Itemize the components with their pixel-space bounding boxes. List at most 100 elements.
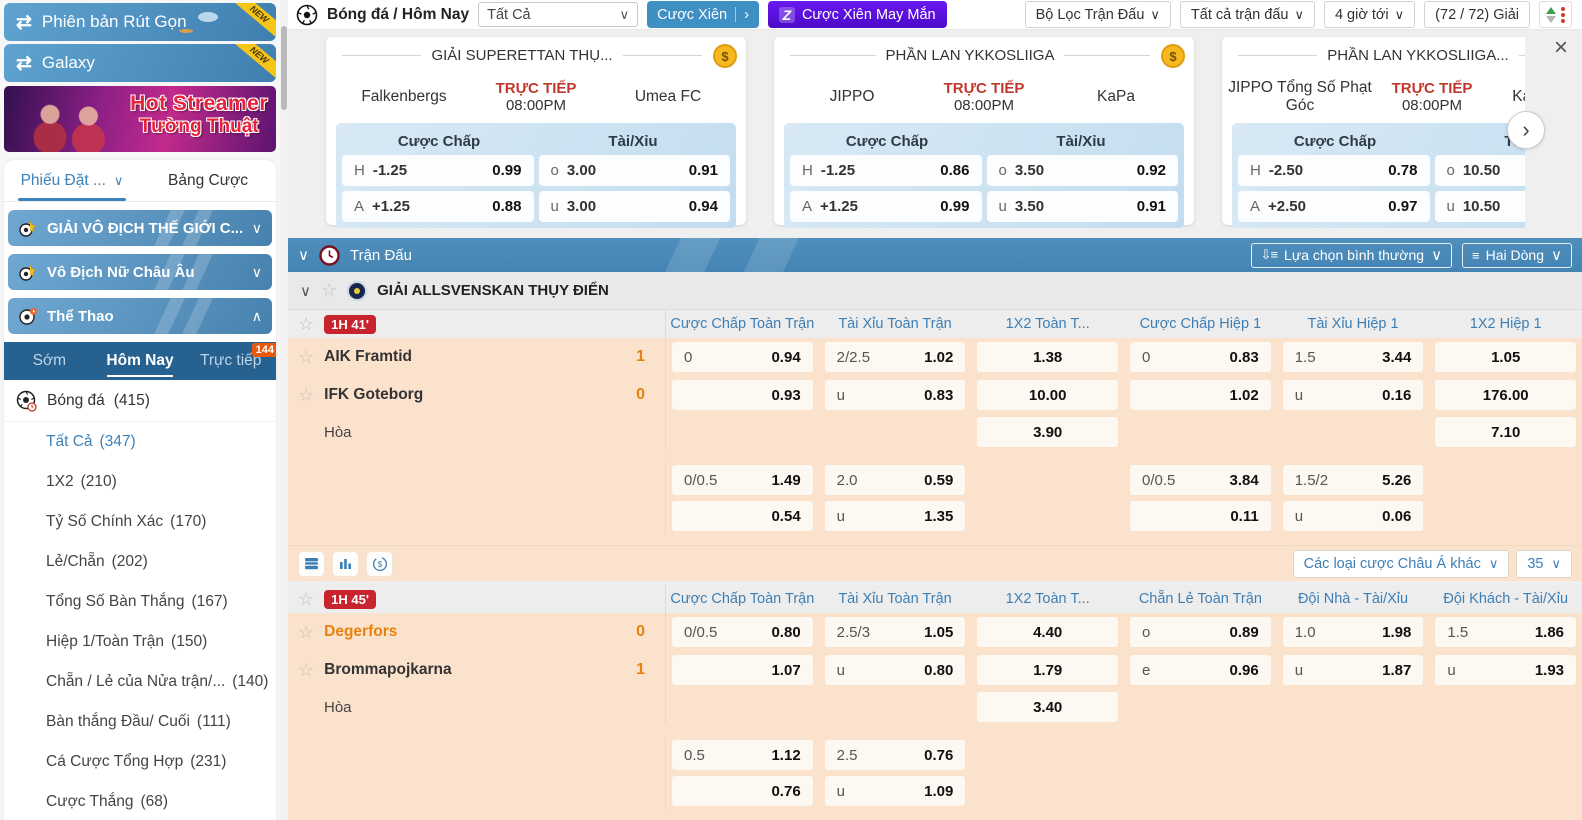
odds-cell[interactable]: e0.96	[1130, 655, 1271, 685]
odds-cell[interactable]: 1.38	[977, 342, 1118, 372]
odds-cell[interactable]: 1.51.86	[1435, 617, 1576, 647]
odds-cell[interactable]: 2/2.51.02	[825, 342, 966, 372]
odds-cell[interactable]: u3.500.91	[987, 191, 1179, 222]
odds-cell[interactable]: H-1.250.86	[790, 155, 982, 186]
odds-cell[interactable]: u3.000.94	[539, 191, 731, 222]
odds-cell[interactable]: 3.40	[977, 692, 1118, 722]
sidebar-bet-type-item[interactable]: Tổng Số Bàn Thắng(167)	[4, 582, 276, 622]
sidebar-scrollbar[interactable]	[280, 0, 288, 820]
featured-match-card[interactable]: PHẦN LAN YKKOSLIIGA$JIPPOTRỰC TIẾP08:00P…	[774, 37, 1194, 225]
favorite-star-icon[interactable]: ☆	[298, 314, 314, 335]
odds-cell[interactable]: 1.02	[1130, 380, 1271, 410]
panel-world-cup[interactable]: GIẢI VÔ ĐỊCH THẾ GIỚI C... ∨	[8, 210, 272, 246]
odds-cell[interactable]: 0/0.50.80	[672, 617, 813, 647]
odds-cell[interactable]: A+1.250.88	[342, 191, 534, 222]
parlay-button[interactable]: Cược Xiên ›	[647, 1, 759, 28]
sidebar-bet-type-item[interactable]: Bàn thắng Đầu/ Cuối(111)	[4, 702, 276, 742]
odds-cell[interactable]: u1.87	[1283, 655, 1424, 685]
close-icon[interactable]: ×	[1554, 35, 1568, 61]
odds-cell[interactable]: 1.05	[1435, 342, 1576, 372]
sidebar-bet-type-item[interactable]: Lẻ/Chẵn(202)	[4, 542, 276, 582]
odds-cell[interactable]: 1.01.98	[1283, 617, 1424, 647]
tab-bet-slip[interactable]: Phiếu Đặt ... ∨	[4, 160, 140, 201]
tab-early[interactable]: Sớm	[4, 342, 95, 380]
favorite-star-icon[interactable]: ☆	[298, 622, 314, 643]
sidebar-bet-type-item[interactable]: Cá Cược Tổng Hợp(231)	[4, 742, 276, 782]
odds-cell[interactable]: u1.09	[825, 776, 966, 806]
cashout-coin-icon[interactable]: $	[366, 551, 393, 577]
favorite-star-icon[interactable]: ☆	[298, 589, 314, 610]
odds-cell[interactable]: 00.94	[672, 342, 813, 372]
sidebar-bet-type-item[interactable]: 1X2(210)	[4, 462, 276, 502]
odds-cell[interactable]: u0.83	[825, 380, 966, 410]
scrollbar-thumb[interactable]	[281, 26, 287, 110]
odds-cell[interactable]: u1.35	[825, 501, 966, 531]
two-lines-dropdown[interactable]: ≡ Hai Dòng ∨	[1462, 243, 1572, 268]
odds-cell[interactable]: 10.00	[977, 380, 1118, 410]
odds-cell[interactable]: H-2.500.78	[1238, 155, 1430, 186]
sidebar-bet-type-item[interactable]: Tất Cả(347)	[4, 422, 276, 462]
version-switch-button[interactable]: ⇄ Phiên bản Rút Gọn NEW	[4, 3, 276, 41]
odds-cell[interactable]: o3.000.91	[539, 155, 731, 186]
sort-toggle[interactable]	[1539, 1, 1572, 28]
bar-chart-icon[interactable]	[332, 551, 359, 577]
page-size-dropdown[interactable]: 35 ∨	[1516, 550, 1572, 578]
odds-cell[interactable]: u0.80	[825, 655, 966, 685]
odds-cell[interactable]: 0.51.12	[672, 740, 813, 770]
all-matches-dropdown[interactable]: Tất cả trận đấu ∨	[1180, 1, 1315, 28]
tab-today[interactable]: Hôm Nay	[95, 342, 186, 380]
league-header-row[interactable]: ∨ ☆ GIẢI ALLSVENSKAN THỤY ĐIỂN	[288, 272, 1582, 310]
odds-cell[interactable]: 0/0.53.84	[1130, 465, 1271, 495]
odds-cell[interactable]: 1.79	[977, 655, 1118, 685]
chevron-down-icon[interactable]: ∨	[300, 282, 311, 300]
sidebar-bet-type-item[interactable]: Cược Thắng(68)	[4, 782, 276, 820]
normal-selection-dropdown[interactable]: ⇩≡ Lựa chọn bình thường ∨	[1251, 243, 1453, 268]
favorite-star-icon[interactable]: ☆	[298, 660, 314, 681]
odds-cell[interactable]: u1.93	[1435, 655, 1576, 685]
favorite-star-icon[interactable]: ☆	[298, 347, 314, 368]
favorite-star-icon[interactable]: ☆	[321, 280, 337, 301]
odds-cell[interactable]: u0.06	[1283, 501, 1424, 531]
sidebar-bet-type-item[interactable]: Tỷ Số Chính Xác(170)	[4, 502, 276, 542]
odds-cell[interactable]: H-1.250.99	[342, 155, 534, 186]
odds-cell[interactable]: 176.00	[1435, 380, 1576, 410]
featured-match-card[interactable]: GIẢI SUPERETTAN THỤ...$FalkenbergsTRỰC T…	[326, 37, 746, 225]
odds-cell[interactable]: o3.500.92	[987, 155, 1179, 186]
rows-view-icon[interactable]	[298, 551, 325, 577]
odds-filter-select[interactable]: Tất Cả ∨	[478, 2, 638, 27]
asian-bets-dropdown[interactable]: Các loại cược Châu Á khác ∨	[1293, 550, 1510, 578]
odds-cell[interactable]: 7.10	[1435, 417, 1576, 447]
galaxy-button[interactable]: ⇄ Galaxy NEW	[4, 44, 276, 82]
odds-cell[interactable]: 0.93	[672, 380, 813, 410]
odds-cell[interactable]: o0.89	[1130, 617, 1271, 647]
tab-bet-table[interactable]: Bảng Cược	[140, 160, 276, 201]
odds-cell[interactable]: 0.11	[1130, 501, 1271, 531]
odds-cell[interactable]: 2.5/31.05	[825, 617, 966, 647]
odds-cell[interactable]: A+1.250.99	[790, 191, 982, 222]
next-cards-button[interactable]: ›	[1507, 111, 1545, 149]
odds-cell[interactable]: 0.76	[672, 776, 813, 806]
chevron-down-icon[interactable]: ∨	[298, 246, 309, 264]
lucky-parlay-button[interactable]: Z Cược Xiên May Mắn	[768, 1, 947, 28]
odds-cell[interactable]: 00.83	[1130, 342, 1271, 372]
match-filter-dropdown[interactable]: Bộ Lọc Trận Đấu ∨	[1025, 1, 1171, 28]
hot-streamer-banner[interactable]: Hot Streamer Tường Thuật	[4, 86, 276, 152]
odds-cell[interactable]: 4.40	[977, 617, 1118, 647]
odds-cell[interactable]: 3.90	[977, 417, 1118, 447]
odds-cell[interactable]: u0.16	[1283, 380, 1424, 410]
panel-sports[interactable]: Thể Thao ∧	[8, 298, 272, 334]
odds-cell[interactable]: 2.00.59	[825, 465, 966, 495]
odds-cell[interactable]: 1.53.44	[1283, 342, 1424, 372]
odds-cell[interactable]: 0/0.51.49	[672, 465, 813, 495]
odds-cell[interactable]: 1.07	[672, 655, 813, 685]
odds-cell[interactable]: 1.5/25.26	[1283, 465, 1424, 495]
sidebar-bet-type-item[interactable]: Chẵn / Lẻ của Nửa trận/...(140)	[4, 662, 276, 702]
next-hours-dropdown[interactable]: 4 giờ tới ∨	[1324, 1, 1415, 28]
odds-cell[interactable]: A+2.500.97	[1238, 191, 1430, 222]
tab-live[interactable]: Trực tiếp 144	[185, 342, 276, 380]
odds-cell[interactable]: 0.54	[672, 501, 813, 531]
favorite-star-icon[interactable]: ☆	[298, 385, 314, 406]
sidebar-bet-type-item[interactable]: Hiệp 1/Toàn Trận(150)	[4, 622, 276, 662]
panel-womens-euro[interactable]: Vô Địch Nữ Châu Âu ∨	[8, 254, 272, 290]
odds-cell[interactable]: 2.50.76	[825, 740, 966, 770]
